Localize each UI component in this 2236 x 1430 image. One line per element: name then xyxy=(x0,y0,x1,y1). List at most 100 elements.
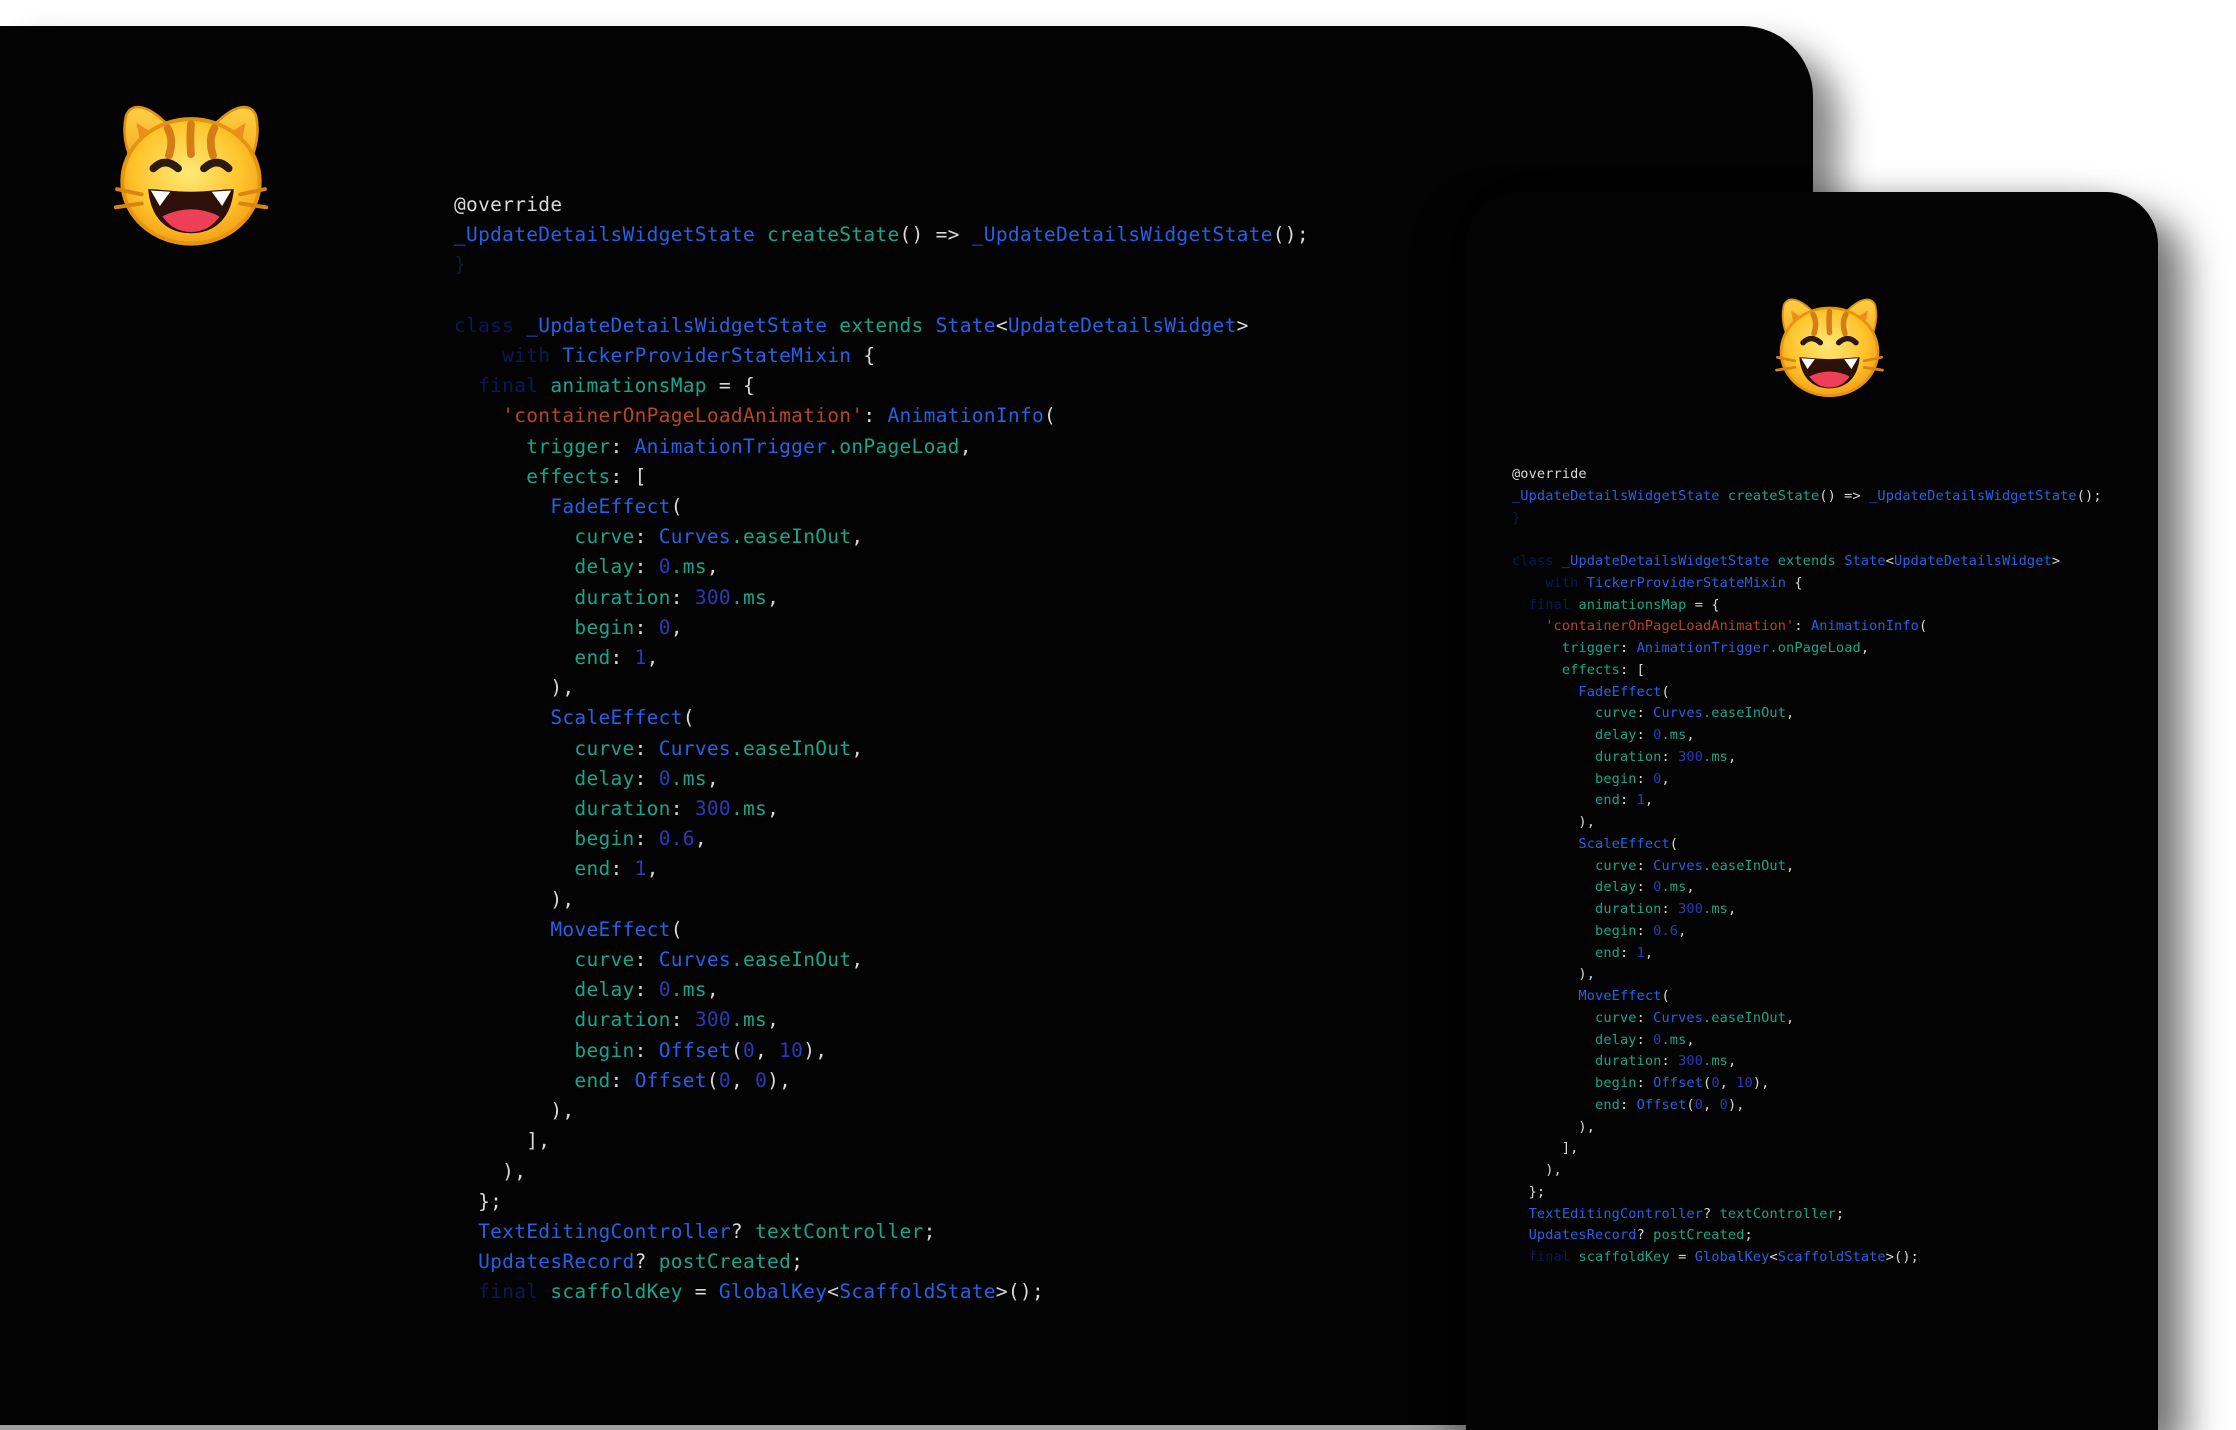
small-code-line: begin: 0.6, xyxy=(1512,921,2102,943)
large-code-token: duration xyxy=(454,797,671,821)
large-code-token: 300 xyxy=(694,585,731,609)
small-code-line: duration: 300.ms, xyxy=(1512,747,2102,769)
large-code-line: @override xyxy=(454,190,1309,220)
small-code-line: delay: 0.ms, xyxy=(1512,877,2102,899)
small-code-token: : xyxy=(1636,922,1654,939)
large-code-token: : xyxy=(634,555,659,579)
small-code-token: (); xyxy=(2076,487,2102,504)
small-code-token: delay xyxy=(1512,1031,1637,1048)
small-code-token: 0 xyxy=(1694,1096,1704,1113)
large-code-line: curve: Curves.easeInOut, xyxy=(454,522,1309,552)
large-code-token: 300 xyxy=(694,797,731,821)
large-code-token: , xyxy=(646,646,659,670)
small-code-token: : xyxy=(1619,640,1637,656)
large-code-token: , xyxy=(706,978,719,1002)
large-code-line: 'containerOnPageLoadAnimation': Animatio… xyxy=(454,401,1309,431)
small-code-line: with TickerProviderStateMixin { xyxy=(1512,573,2102,595)
small-code-token: , xyxy=(1786,1009,1795,1026)
small-code-token: textController xyxy=(1711,1205,1836,1222)
small-code-token: duration xyxy=(1512,748,1662,765)
small-code-token: effects xyxy=(1512,661,1620,678)
small-code-token: GlobalKey xyxy=(1694,1249,1770,1265)
small-code-token: 300 xyxy=(1678,1053,1704,1070)
small-code-token: .ms xyxy=(1661,879,1687,896)
large-code-token: delay xyxy=(454,766,635,790)
small-code-token: begin xyxy=(1512,922,1637,939)
small-code-token: ( xyxy=(1669,835,1679,852)
large-code-token: delay xyxy=(454,978,635,1002)
large-code-token: final xyxy=(454,374,539,398)
large-code-token: ), xyxy=(454,887,575,911)
small-code-token: < xyxy=(1769,1249,1778,1265)
large-code-line: curve: Curves.easeInOut, xyxy=(454,734,1309,764)
small-code-token: , xyxy=(1686,1031,1695,1048)
large-code-token: AnimationInfo xyxy=(887,404,1044,428)
large-code-token: duration xyxy=(454,1008,671,1032)
small-code-token: : xyxy=(1619,944,1637,961)
large-code-line: begin: Offset(0, 10), xyxy=(454,1036,1309,1066)
small-code-token: () xyxy=(1819,487,1836,504)
large-code-token: , xyxy=(755,1038,780,1062)
large-code-line xyxy=(454,281,1309,311)
small-code-token: Offset xyxy=(1653,1075,1703,1091)
large-code-line: FadeEffect( xyxy=(454,492,1309,522)
large-code-token: .easeInOut xyxy=(730,525,852,549)
small-code-token: begin xyxy=(1512,770,1637,787)
small-code-token: : xyxy=(1636,770,1654,787)
small-code-token: _UpdateDetailsWidgetState xyxy=(1553,553,1770,569)
large-code-token: FadeEffect xyxy=(454,495,671,519)
small-code-line xyxy=(1512,529,2102,551)
large-code-token: : xyxy=(670,585,695,609)
large-code-token: .ms xyxy=(730,797,768,821)
large-code-token: containerOnPageLoadAnimation xyxy=(514,404,852,428)
small-code-line: ), xyxy=(1512,1117,2102,1139)
large-code-token: UpdateDetailsWidget xyxy=(1007,313,1237,337)
small-code-line: TextEditingController? textController; xyxy=(1512,1204,2102,1226)
small-code-token: .ms xyxy=(1703,1053,1728,1070)
small-code-line: curve: Curves.easeInOut, xyxy=(1512,703,2102,725)
large-code-line: _UpdateDetailsWidgetState createState() … xyxy=(454,220,1309,250)
small-code-token: createState xyxy=(1719,487,1820,504)
small-code-token: } xyxy=(1512,509,1521,526)
code-snippet-small: @override _UpdateDetailsWidgetState creat… xyxy=(1512,464,2102,1269)
code-snippet-large: @override _UpdateDetailsWidgetState creat… xyxy=(454,190,1309,1308)
large-code-token: effects xyxy=(454,464,611,488)
small-code-token: : xyxy=(1636,857,1654,874)
small-code-token: @override xyxy=(1512,466,1587,482)
small-code-token: duration xyxy=(1512,1053,1662,1070)
small-code-token: : xyxy=(1794,618,1811,635)
large-code-token: TickerProviderStateMixin xyxy=(550,344,852,368)
small-code-token: ), xyxy=(1512,1118,1596,1135)
large-code-token: ' xyxy=(454,404,515,428)
large-code-token: : xyxy=(863,404,888,428)
large-code-token: = xyxy=(682,1280,719,1304)
large-code-token: , xyxy=(767,797,780,821)
small-code-token: , xyxy=(1661,770,1670,787)
small-code-token: State xyxy=(1835,553,1886,569)
large-code-token: ( xyxy=(706,1068,719,1092)
small-code-token: AnimationInfo xyxy=(1810,618,1919,635)
small-code-token: MoveEffect xyxy=(1512,988,1662,1004)
large-code-token: : xyxy=(634,948,659,972)
small-code-token: ( xyxy=(1918,618,1928,635)
small-code-token: ScaleEffect xyxy=(1512,835,1670,852)
large-code-token: @override xyxy=(454,193,563,216)
large-code-token: .ms xyxy=(730,585,768,609)
large-code-token: : xyxy=(610,1068,635,1092)
small-code-line: delay: 0.ms, xyxy=(1512,1030,2102,1052)
large-code-token: < xyxy=(995,313,1008,337)
small-code-token: , xyxy=(1786,857,1795,874)
small-code-token: 10 xyxy=(1736,1075,1753,1091)
small-code-token: Curves xyxy=(1653,1009,1703,1026)
small-code-token: scaffoldKey xyxy=(1570,1249,1670,1265)
small-code-token: AnimationTrigger xyxy=(1636,640,1770,656)
large-code-token: }; xyxy=(454,1189,503,1213)
small-code-token: : xyxy=(1619,792,1637,809)
large-code-line: final scaffoldKey = GlobalKey<ScaffoldSt… xyxy=(454,1277,1309,1307)
small-code-token: end xyxy=(1512,944,1620,961)
large-code-line: curve: Curves.easeInOut, xyxy=(454,945,1309,975)
large-code-token: ( xyxy=(1044,404,1057,428)
small-code-token: trigger xyxy=(1512,640,1620,656)
small-code-token: : xyxy=(1636,1075,1654,1091)
large-code-token: > xyxy=(1236,313,1249,337)
